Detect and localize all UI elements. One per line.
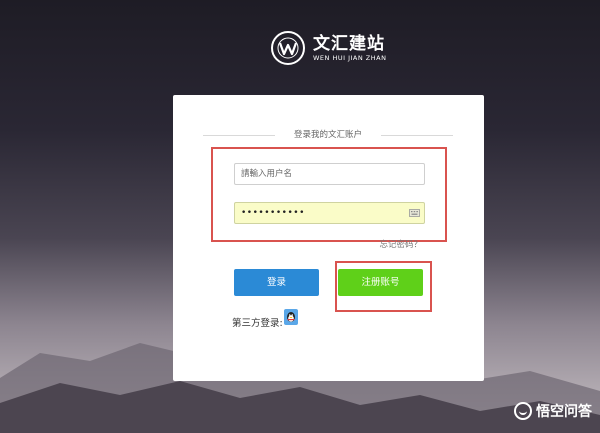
divider — [381, 135, 453, 136]
qq-penguin-icon[interactable] — [283, 309, 298, 325]
third-party-login: 第三方登录: — [232, 309, 298, 329]
login-card: 登录我的文汇账户 請輸入用户名 ••••••••••• 忘记密码？ 登录 注册账… — [173, 95, 484, 381]
brand-name-cn: 文汇建站 — [313, 33, 385, 54]
login-heading: 登录我的文汇账户 — [203, 128, 453, 142]
password-input[interactable]: ••••••••••• — [234, 202, 425, 224]
login-button[interactable]: 登录 — [234, 269, 319, 296]
wukong-logo-icon — [514, 402, 532, 420]
highlight-box-credentials — [211, 147, 447, 242]
register-button[interactable]: 注册账号 — [338, 269, 423, 296]
brand-name-en: WEN HUI JIAN ZHAN — [313, 53, 387, 62]
keyboard-icon[interactable] — [409, 209, 420, 217]
globe-w-icon — [271, 31, 305, 65]
third-party-label: 第三方登录: — [232, 318, 283, 329]
password-value: ••••••••••• — [241, 208, 305, 218]
forgot-password-link[interactable]: 忘记密码？ — [379, 238, 422, 250]
watermark-text: 悟空问答 — [536, 404, 592, 420]
brand-logo: 文汇建站 WEN HUI JIAN ZHAN — [271, 31, 386, 65]
username-input[interactable]: 請輸入用户名 — [234, 163, 425, 185]
watermark: 悟空问答 — [514, 401, 592, 421]
username-placeholder: 請輸入用户名 — [241, 169, 293, 179]
